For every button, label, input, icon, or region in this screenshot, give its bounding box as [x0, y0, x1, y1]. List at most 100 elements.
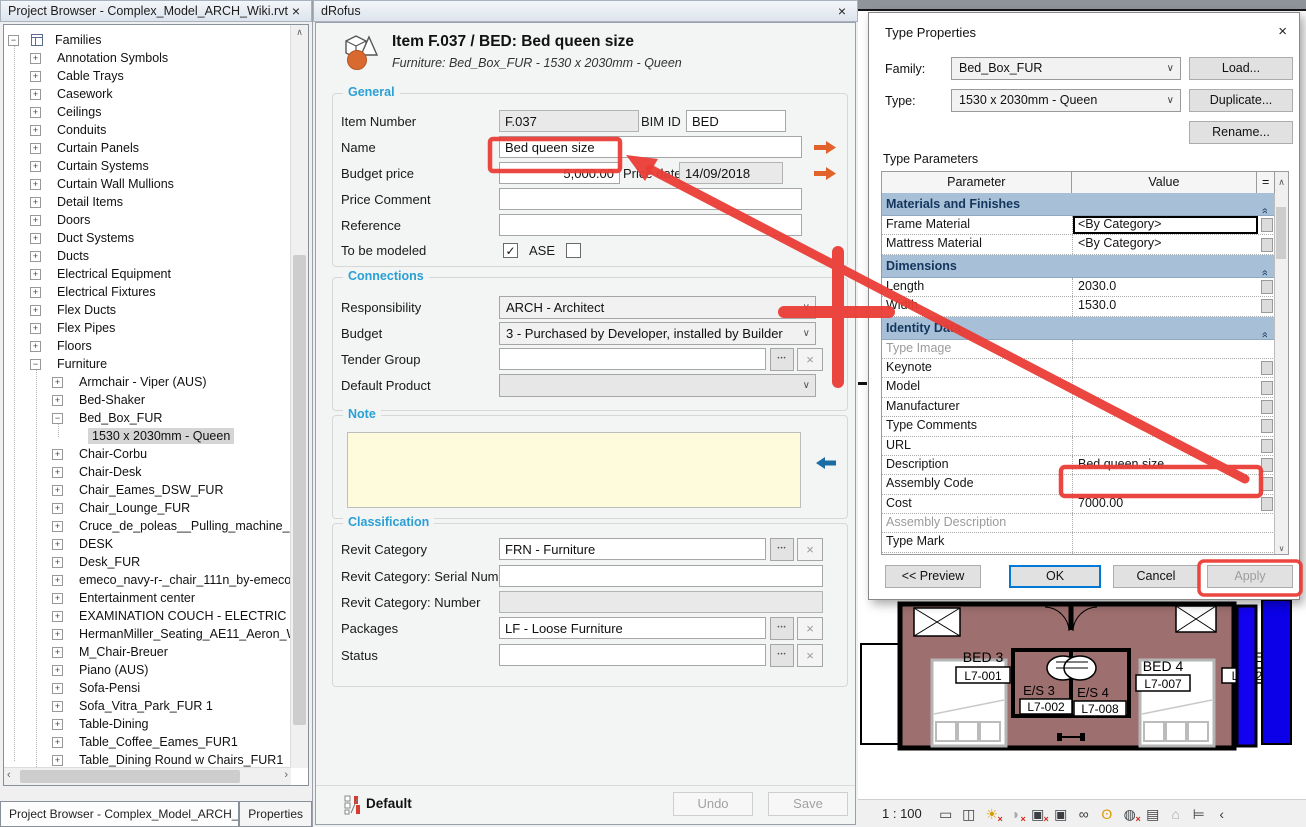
- expand-icon[interactable]: +: [30, 287, 41, 298]
- expand-icon[interactable]: +: [30, 233, 41, 244]
- sun-path-icon[interactable]: ☀×: [982, 804, 1002, 824]
- clear-icon[interactable]: ×: [797, 644, 823, 667]
- tree-item[interactable]: +Electrical Equipment: [4, 265, 291, 283]
- parameter-row[interactable]: URL: [882, 437, 1275, 456]
- tree-item[interactable]: +Sofa_Vitra_Park_FUR 1: [4, 697, 291, 715]
- expand-icon[interactable]: +: [30, 53, 41, 64]
- associate-parameter-button[interactable]: [1261, 497, 1273, 511]
- expand-icon[interactable]: +: [52, 485, 63, 496]
- default-product-select[interactable]: ∨: [499, 374, 816, 397]
- parameter-value[interactable]: 7000.00: [1072, 495, 1258, 513]
- reveal-hidden-elements-icon[interactable]: ʘ: [1097, 804, 1117, 824]
- associate-parameter-button[interactable]: [1261, 280, 1273, 294]
- expand-icon[interactable]: +: [30, 215, 41, 226]
- associate-parameter-button[interactable]: [1261, 458, 1273, 472]
- parameter-value[interactable]: [1072, 475, 1258, 493]
- associate-parameter-button[interactable]: [1261, 238, 1273, 252]
- apply-button[interactable]: Apply: [1207, 565, 1293, 588]
- parameter-value[interactable]: <By Category>: [1072, 216, 1258, 234]
- tree-item[interactable]: +Electrical Fixtures: [4, 283, 291, 301]
- expand-icon[interactable]: +: [30, 179, 41, 190]
- tree-item[interactable]: +Annotation Symbols: [4, 49, 291, 67]
- associate-parameter-button[interactable]: [1261, 419, 1273, 433]
- tree-item[interactable]: +Ducts: [4, 247, 291, 265]
- responsibility-select[interactable]: ARCH - Architect ∨: [499, 296, 816, 319]
- bim-id-field[interactable]: BED: [686, 110, 786, 132]
- tree-item[interactable]: −Families: [4, 31, 291, 49]
- tree-item[interactable]: +DESK: [4, 535, 291, 553]
- expand-icon[interactable]: +: [52, 737, 63, 748]
- sync-to-revit-icon[interactable]: [813, 166, 837, 181]
- project-browser-titlebar[interactable]: Project Browser - Complex_Model_ARCH_Wik…: [0, 0, 312, 22]
- save-button[interactable]: Save: [768, 792, 848, 816]
- associate-parameter-button[interactable]: [1261, 400, 1273, 414]
- parameter-value[interactable]: 2030.0: [1072, 278, 1258, 296]
- tree-item[interactable]: +Piano (AUS): [4, 661, 291, 679]
- load-button[interactable]: Load...: [1189, 57, 1293, 80]
- parameter-row[interactable]: Model: [882, 378, 1275, 397]
- rename-button[interactable]: Rename...: [1189, 121, 1293, 144]
- tree-item[interactable]: +Casework: [4, 85, 291, 103]
- tree-item[interactable]: +Desk_FUR: [4, 553, 291, 571]
- tree-item[interactable]: +Chair_Lounge_FUR: [4, 499, 291, 517]
- tree-item[interactable]: +Table_Dining Round w Chairs_FUR1: [4, 751, 291, 768]
- browse-icon[interactable]: •••: [770, 348, 794, 371]
- expand-icon[interactable]: +: [30, 269, 41, 280]
- expand-icon[interactable]: +: [52, 611, 63, 622]
- scrollbar-thumb[interactable]: [1276, 207, 1286, 259]
- tree-item[interactable]: +Table_Coffee_Eames_FUR1: [4, 733, 291, 751]
- expand-icon[interactable]: +: [52, 377, 63, 388]
- temporary-view-properties-icon[interactable]: ▤: [1143, 804, 1163, 824]
- expand-icon[interactable]: +: [52, 719, 63, 730]
- collapse-icon[interactable]: −: [52, 413, 63, 424]
- table-scrollbar[interactable]: ∨: [1274, 193, 1288, 554]
- collapse-icon[interactable]: −: [30, 359, 41, 370]
- expand-icon[interactable]: +: [52, 593, 63, 604]
- associate-parameter-button[interactable]: [1261, 361, 1273, 375]
- tender-group-field[interactable]: [499, 348, 766, 370]
- expand-icon[interactable]: +: [52, 647, 63, 658]
- clear-icon[interactable]: ×: [797, 348, 823, 371]
- parameter-group-row[interactable]: Identity Data»: [882, 317, 1275, 340]
- tree-item[interactable]: +Curtain Wall Mullions: [4, 175, 291, 193]
- tree-item[interactable]: +Table-Dining: [4, 715, 291, 733]
- note-textarea[interactable]: [347, 432, 801, 508]
- parameter-row[interactable]: Cost7000.00: [882, 495, 1275, 514]
- parameter-group-row[interactable]: Dimensions»: [882, 255, 1275, 278]
- crop-view-icon[interactable]: ▣×: [1028, 804, 1048, 824]
- parameter-row[interactable]: DescriptionBed queen size: [882, 456, 1275, 475]
- cancel-button[interactable]: Cancel: [1113, 565, 1199, 588]
- browse-icon[interactable]: •••: [770, 538, 794, 561]
- associate-parameter-button[interactable]: [1261, 439, 1273, 453]
- tree-item[interactable]: +Doors: [4, 211, 291, 229]
- view-scale[interactable]: 1 : 100: [882, 806, 922, 821]
- sync-to-revit-icon[interactable]: [813, 140, 837, 155]
- browse-icon[interactable]: •••: [770, 644, 794, 667]
- collapse-group-icon[interactable]: »: [1259, 318, 1271, 338]
- type-select[interactable]: 1530 x 2030mm - Queen ∨: [951, 89, 1181, 112]
- parameter-row[interactable]: Manufacturer: [882, 398, 1275, 417]
- parameter-value[interactable]: [1072, 378, 1258, 396]
- clear-icon[interactable]: ×: [797, 617, 823, 640]
- parameter-value[interactable]: [1072, 340, 1258, 358]
- tab-properties[interactable]: Properties: [239, 801, 312, 827]
- parameter-value[interactable]: Bed queen size: [1072, 456, 1258, 474]
- item-number-field[interactable]: F.037: [499, 110, 639, 132]
- collapse-icon[interactable]: −: [8, 35, 19, 46]
- tree-item[interactable]: +Flex Pipes: [4, 319, 291, 337]
- reference-field[interactable]: [499, 214, 802, 236]
- parameter-value[interactable]: [1072, 514, 1258, 532]
- price-comment-field[interactable]: [499, 188, 802, 210]
- detail-level-icon[interactable]: ▭: [936, 804, 956, 824]
- tree-item[interactable]: +Ceilings: [4, 103, 291, 121]
- expand-icon[interactable]: +: [52, 449, 63, 460]
- tab-project-browser[interactable]: Project Browser - Complex_Model_ARCH_Wi.…: [0, 801, 239, 827]
- parameter-row[interactable]: Width1530.0: [882, 297, 1275, 316]
- tree-item[interactable]: +emeco_navy-r-_chair_111n_by-emeco-wit: [4, 571, 291, 589]
- reveal-constraints-icon[interactable]: ⊨: [1189, 804, 1209, 824]
- parameter-value[interactable]: [1072, 437, 1258, 455]
- scroll-left-icon[interactable]: ‹: [7, 769, 11, 781]
- worksharing-display-icon[interactable]: ◍×: [1120, 804, 1140, 824]
- parameter-row[interactable]: Type Comments: [882, 417, 1275, 436]
- expand-icon[interactable]: +: [30, 197, 41, 208]
